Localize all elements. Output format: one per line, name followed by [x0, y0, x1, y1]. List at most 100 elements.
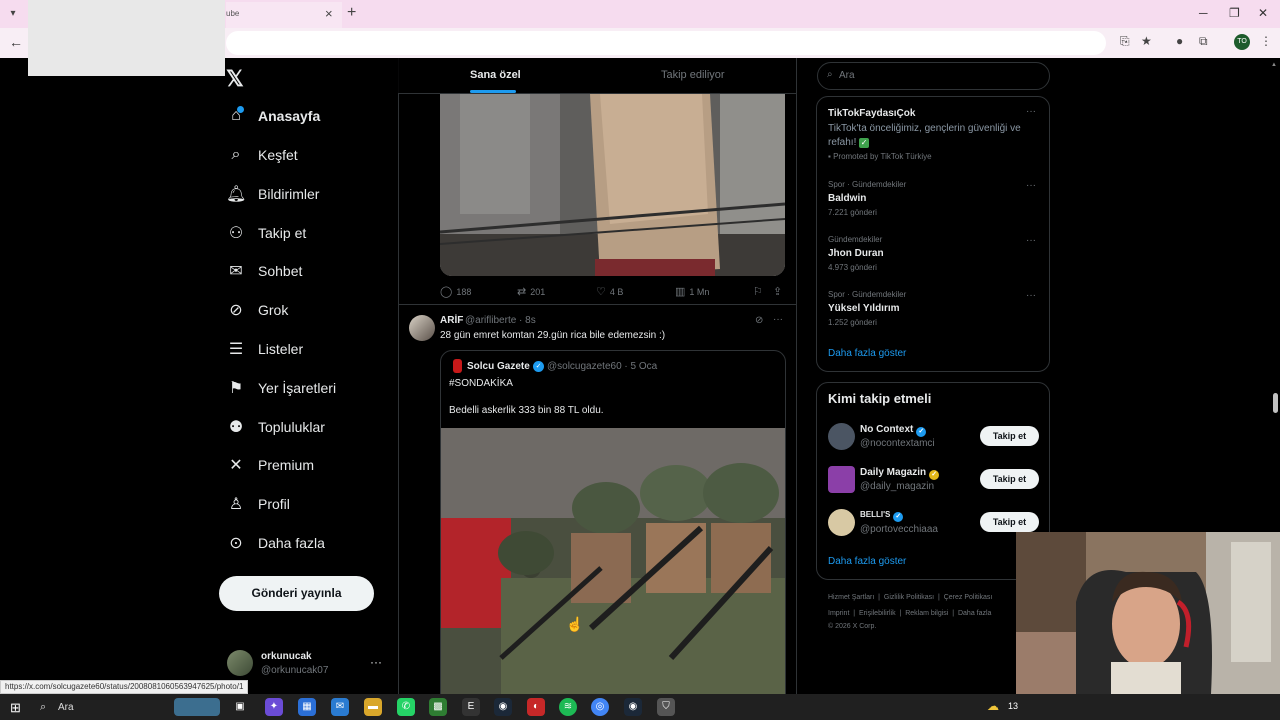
nav-bookmarks[interactable]: ⚑ Yer İşaretleri [226, 375, 336, 401]
footer-link[interactable]: Çerez Politikası [944, 594, 993, 601]
user-name[interactable]: orkunucak [261, 651, 312, 662]
follow-name[interactable]: Daily Magazin ✓ [860, 467, 940, 480]
x-logo[interactable]: 𝕏 [226, 66, 244, 92]
bookmark-button[interactable]: ⚐ [753, 285, 767, 298]
trend-context: Gündemdekiler [828, 235, 883, 244]
bookmark-star-icon[interactable]: ★ [1141, 34, 1152, 48]
follow-avatar[interactable] [828, 423, 855, 450]
nav-follow[interactable]: ⚇ Takip et [226, 220, 306, 246]
windows-start-icon[interactable]: ⊞ [10, 700, 21, 716]
reply-button[interactable]: ◯ 188 [440, 285, 471, 298]
nav-notifications[interactable]: 🔔︎ Bildirimler [226, 181, 319, 207]
nav-explore[interactable]: ⌕ Keşfet [226, 142, 298, 168]
grok-icon[interactable]: ⊘ [755, 315, 763, 326]
nav-lists[interactable]: ☰ Listeler [226, 336, 303, 362]
post-button[interactable]: Gönderi yayınla [219, 576, 374, 611]
mail-app-icon[interactable]: ✉ [331, 698, 349, 716]
tweet-avatar[interactable] [409, 315, 435, 341]
user-avatar[interactable] [227, 650, 253, 676]
steam-icon[interactable]: ◉ [494, 698, 512, 716]
trend-more-icon[interactable]: ··· [1026, 106, 1036, 117]
follow-button[interactable]: Takip et [980, 512, 1039, 532]
minimize-icon[interactable]: ─ [1199, 6, 1208, 20]
shield-icon[interactable]: ⛉ [657, 698, 675, 716]
search-highlight-image[interactable] [174, 698, 220, 716]
browser-menu-icon[interactable]: ⋮ [1260, 34, 1272, 48]
quote-image[interactable] [441, 428, 785, 698]
follow-name[interactable]: BELLI'S ✓ [860, 510, 904, 522]
trend-more-icon[interactable]: ··· [1026, 235, 1036, 246]
restore-icon[interactable]: ❐ [1229, 6, 1240, 20]
follow-name[interactable]: No Context ✓ [860, 424, 927, 437]
footer-link[interactable]: Reklam bilgisi [905, 610, 948, 617]
clock[interactable]: 13 [1008, 701, 1018, 711]
trend-title[interactable]: Jhon Duran [828, 248, 884, 259]
nav-premium[interactable]: ✕ Premium [226, 452, 314, 478]
tab-search-dropdown-icon[interactable]: ▾ [4, 5, 22, 23]
footer-link[interactable]: Hizmet Şartları [828, 594, 874, 601]
taskbar-search-icon[interactable]: ⌕ [40, 701, 46, 714]
minecraft-icon[interactable]: ▩ [429, 698, 447, 716]
taskbar-search-text[interactable]: Ara [58, 702, 74, 713]
spotify-icon[interactable]: ≋ [559, 698, 577, 716]
repost-button[interactable]: ⇄ 201 [517, 285, 545, 298]
nav-communities[interactable]: ⚉ Topluluklar [226, 414, 325, 440]
tab-following[interactable]: Takip ediliyor [661, 69, 725, 81]
nav-label: Profil [258, 496, 290, 512]
whatsapp-icon[interactable]: ✆ [397, 698, 415, 716]
tweet-more-icon[interactable]: ··· [773, 314, 783, 325]
trend-title[interactable]: Yüksel Yıldırım [828, 303, 900, 314]
epic-games-icon[interactable]: E [462, 698, 480, 716]
new-tab-icon[interactable]: + [347, 4, 356, 22]
extensions-puzzle-icon[interactable]: ⧉ [1199, 34, 1208, 49]
tab-close-icon[interactable]: × [325, 6, 333, 21]
chrome-icon[interactable]: ◎ [591, 698, 609, 716]
follow-button[interactable]: Takip et [980, 426, 1039, 446]
close-window-icon[interactable]: ✕ [1258, 6, 1268, 20]
footer-link[interactable]: Erişilebilirlik [859, 610, 896, 617]
nav-more[interactable]: ⊙ Daha fazla [226, 530, 325, 556]
follow-show-more-link[interactable]: Daha fazla göster [828, 556, 906, 567]
scrollbar-thumb[interactable] [1273, 393, 1278, 413]
file-explorer-icon[interactable]: ▬ [364, 698, 382, 716]
reply-count: 188 [456, 286, 472, 297]
share-button[interactable]: ⇪ [773, 285, 786, 298]
install-app-icon[interactable]: ⎘ [1120, 34, 1130, 49]
scroll-up-icon[interactable]: ▲ [1271, 62, 1277, 68]
back-icon[interactable]: ← [9, 34, 23, 50]
repost-count: 201 [530, 286, 546, 297]
like-button[interactable]: ♡ 4 B [596, 285, 623, 298]
nav-profile[interactable]: ♙ Profil [226, 491, 290, 517]
profile-avatar[interactable]: TO [1234, 34, 1250, 50]
follow-avatar[interactable] [828, 509, 855, 536]
address-bar[interactable] [226, 31, 1106, 55]
quote-hashtag[interactable]: #SONDAKİKA [449, 378, 513, 389]
follow-avatar[interactable] [828, 466, 855, 493]
nav-grok[interactable]: ⊘ Grok [226, 297, 288, 323]
nav-chat[interactable]: ✉ Sohbet [226, 258, 302, 284]
weather-icon[interactable]: ☁ [987, 699, 999, 713]
tab-for-you[interactable]: Sana özel [470, 69, 521, 81]
trend-title[interactable]: Baldwin [828, 193, 866, 204]
promo-title[interactable]: TikTokFaydasıÇok [828, 108, 915, 119]
tweet-author-name[interactable]: ARİF [440, 315, 463, 326]
views-button[interactable]: ▥ 1 Mn [675, 285, 709, 298]
footer-link[interactable]: Imprint [828, 610, 849, 617]
tweet-image[interactable] [440, 94, 785, 276]
footer-link[interactable]: Gizlilik Politikası [884, 594, 934, 601]
store-icon[interactable]: ▦ [298, 698, 316, 716]
task-view-icon[interactable]: ▣ [231, 698, 249, 716]
copilot-icon[interactable]: ✦ [265, 698, 283, 716]
app-icon[interactable]: ◐ [527, 698, 545, 716]
trend-more-icon[interactable]: ··· [1026, 290, 1036, 301]
extension-icon[interactable]: ● [1176, 34, 1183, 48]
browser-tab[interactable]: ube × [226, 2, 342, 28]
footer-link[interactable]: Daha fazla [958, 610, 991, 617]
nav-home[interactable]: ⌂ Anasayfa [226, 103, 320, 129]
tweet-author-handle[interactable]: @arifliberte · 8s [465, 315, 536, 326]
account-more-icon[interactable]: ··· [370, 655, 382, 669]
trend-more-icon[interactable]: ··· [1026, 180, 1036, 191]
steam-icon[interactable]: ◉ [624, 698, 642, 716]
follow-button[interactable]: Takip et [980, 469, 1039, 489]
trends-show-more-link[interactable]: Daha fazla göster [828, 348, 906, 359]
